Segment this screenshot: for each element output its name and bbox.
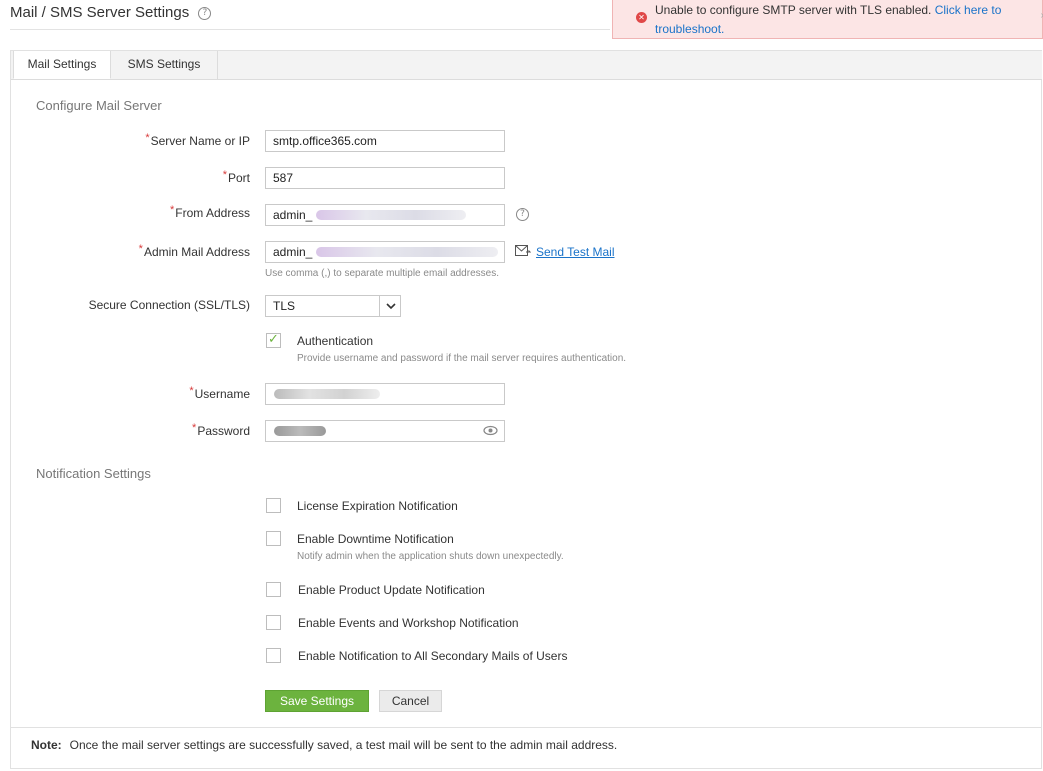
authentication-hint: Provide username and password if the mai… <box>297 353 627 364</box>
required-asterisk: * <box>192 422 197 434</box>
question-circle-icon[interactable]: ? <box>198 6 212 20</box>
downtime-notification-checkbox[interactable] <box>266 531 281 546</box>
server-name-label: *Server Name or IP <box>145 132 250 148</box>
from-address-value: admin_ <box>273 208 313 222</box>
note-divider <box>11 727 1042 728</box>
admin-mail-input[interactable]: admin_ <box>265 241 505 263</box>
server-name-value: smtp.office365.com <box>273 134 377 148</box>
admin-mail-label: *Admin Mail Address <box>138 243 250 259</box>
send-test-mail-link[interactable]: Send Test Mail <box>536 245 615 259</box>
alert-message: Unable to configure SMTP server with TLS… <box>655 1 1035 39</box>
username-input[interactable] <box>265 383 505 405</box>
tab-sms-settings[interactable]: SMS Settings <box>111 51 218 79</box>
redacted-text <box>316 247 498 257</box>
from-address-input[interactable]: admin_ <box>265 204 505 226</box>
secondary-mails-label: Enable Notification to All Secondary Mai… <box>298 649 568 663</box>
error-alert: ✕ Unable to configure SMTP server with T… <box>612 0 1043 39</box>
title-divider <box>10 29 610 30</box>
required-asterisk: * <box>189 385 194 397</box>
note: Note: Once the mail server settings are s… <box>31 738 617 752</box>
tab-mail-settings[interactable]: Mail Settings <box>13 51 111 79</box>
events-workshop-checkbox[interactable] <box>266 615 281 630</box>
product-update-checkbox[interactable] <box>266 582 281 597</box>
admin-mail-hint: Use comma (,) to separate multiple email… <box>265 268 499 279</box>
downtime-notification-hint: Notify admin when the application shuts … <box>297 551 564 562</box>
eye-icon[interactable] <box>483 425 498 436</box>
question-circle-icon[interactable]: ? <box>516 208 529 221</box>
from-address-label: *From Address <box>170 204 250 220</box>
product-update-label: Enable Product Update Notification <box>298 583 485 597</box>
password-label: *Password <box>192 422 250 438</box>
alert-text: Unable to configure SMTP server with TLS… <box>655 3 932 17</box>
redacted-text <box>274 389 380 399</box>
note-label: Note: <box>31 738 62 752</box>
admin-mail-value: admin_ <box>273 245 313 259</box>
mail-send-icon[interactable] <box>515 245 531 257</box>
masked-password <box>274 426 326 436</box>
password-input[interactable] <box>265 420 505 442</box>
secure-connection-select[interactable]: TLS <box>265 295 401 317</box>
downtime-notification-label: Enable Downtime Notification <box>297 532 454 546</box>
note-text: Once the mail server settings are succes… <box>69 738 618 752</box>
required-asterisk: * <box>222 169 227 181</box>
license-expiration-label: License Expiration Notification <box>297 499 458 513</box>
save-settings-button[interactable]: Save Settings <box>265 690 369 712</box>
secondary-mails-checkbox[interactable] <box>266 648 281 663</box>
secure-connection-label: Secure Connection (SSL/TLS) <box>88 298 250 312</box>
page-title-text: Mail / SMS Server Settings <box>10 4 190 21</box>
authentication-checkbox[interactable]: ✓ <box>266 332 281 348</box>
username-label: *Username <box>189 385 250 401</box>
section-title-mail-server: Configure Mail Server <box>36 98 162 113</box>
authentication-label: Authentication <box>297 334 374 348</box>
page-title: Mail / SMS Server Settings ? <box>10 4 212 21</box>
chevron-down-icon <box>386 303 396 310</box>
redacted-text <box>316 210 466 220</box>
section-title-notifications: Notification Settings <box>36 466 151 481</box>
select-divider <box>379 296 380 316</box>
port-label: *Port <box>222 169 250 185</box>
secure-connection-value: TLS <box>273 299 296 313</box>
port-value: 587 <box>273 171 294 185</box>
cancel-button[interactable]: Cancel <box>379 690 442 712</box>
server-name-input[interactable]: smtp.office365.com <box>265 130 505 152</box>
license-expiration-checkbox[interactable] <box>266 498 281 513</box>
events-workshop-label: Enable Events and Workshop Notification <box>298 616 519 630</box>
required-asterisk: * <box>138 243 143 255</box>
required-asterisk: * <box>145 132 150 144</box>
port-input[interactable]: 587 <box>265 167 505 189</box>
required-asterisk: * <box>170 204 175 216</box>
checkmark-icon: ✓ <box>268 332 279 347</box>
error-circle-icon: ✕ <box>636 12 647 23</box>
tab-mail-settings-label: Mail Settings <box>27 57 97 71</box>
tab-sms-settings-label: SMS Settings <box>127 57 201 71</box>
